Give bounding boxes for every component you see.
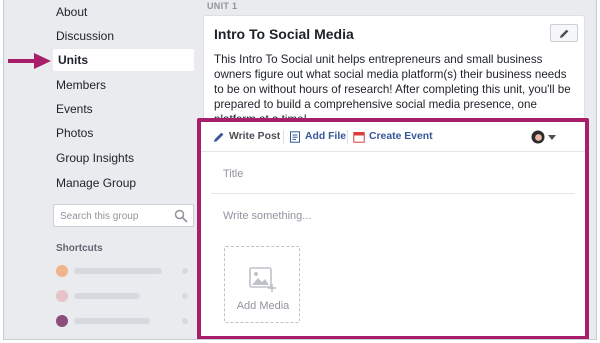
pencil-icon bbox=[214, 132, 224, 142]
add-media-label: Add Media bbox=[236, 300, 290, 312]
group-search bbox=[53, 204, 194, 227]
tab-label: Add File bbox=[305, 131, 346, 142]
post-body-input[interactable] bbox=[223, 208, 523, 224]
shortcut-avatar bbox=[56, 290, 68, 302]
shortcuts-heading: Shortcuts bbox=[56, 243, 103, 254]
tab-label: Create Event bbox=[369, 131, 433, 142]
title-input[interactable] bbox=[223, 166, 523, 182]
shortcut-avatar bbox=[56, 265, 68, 277]
unit-title: Intro To Social Media bbox=[214, 26, 354, 42]
unit-label: UNIT 1 bbox=[207, 1, 238, 11]
chevron-down-icon bbox=[548, 135, 556, 140]
shortcut-avatar bbox=[56, 315, 68, 327]
unit-card: Intro To Social Media This Intro To Soci… bbox=[203, 15, 585, 126]
group-sidebar: About Discussion Units Members Events Ph… bbox=[4, 0, 196, 339]
sidebar-item-units[interactable]: Units bbox=[53, 49, 194, 71]
sidebar-item-manage-group[interactable]: Manage Group bbox=[56, 172, 136, 194]
sidebar-item-photos[interactable]: Photos bbox=[56, 122, 93, 144]
sidebar-item-about[interactable]: About bbox=[56, 1, 87, 23]
search-icon[interactable] bbox=[174, 209, 188, 223]
unit-description: This Intro To Social unit helps entrepre… bbox=[214, 53, 571, 126]
group-page: About Discussion Units Members Events Ph… bbox=[3, 0, 597, 340]
write-field bbox=[211, 194, 575, 238]
sidebar-item-group-insights[interactable]: Group Insights bbox=[56, 147, 134, 169]
post-as-selector[interactable] bbox=[531, 130, 559, 144]
sidebar-item-events[interactable]: Events bbox=[56, 98, 93, 120]
search-input[interactable] bbox=[60, 209, 170, 223]
calendar-icon bbox=[353, 132, 365, 143]
composer-tabs: Write Post Add File Create Event bbox=[201, 122, 585, 152]
file-icon bbox=[290, 131, 300, 143]
edit-unit-button[interactable] bbox=[550, 24, 578, 42]
photo-add-icon bbox=[249, 267, 276, 292]
avatar bbox=[531, 130, 545, 144]
sidebar-item-members[interactable]: Members bbox=[56, 74, 106, 96]
tab-divider bbox=[283, 130, 284, 144]
add-media-button[interactable]: Add Media bbox=[224, 246, 300, 323]
tab-divider bbox=[347, 130, 348, 144]
sidebar-item-discussion[interactable]: Discussion bbox=[56, 25, 114, 47]
title-field bbox=[211, 152, 575, 194]
arrow-pointer-icon bbox=[8, 53, 51, 69]
pencil-icon bbox=[560, 29, 569, 38]
tab-label: Write Post bbox=[229, 131, 281, 142]
post-composer: Write Post Add File Create Event Title W… bbox=[197, 118, 589, 339]
